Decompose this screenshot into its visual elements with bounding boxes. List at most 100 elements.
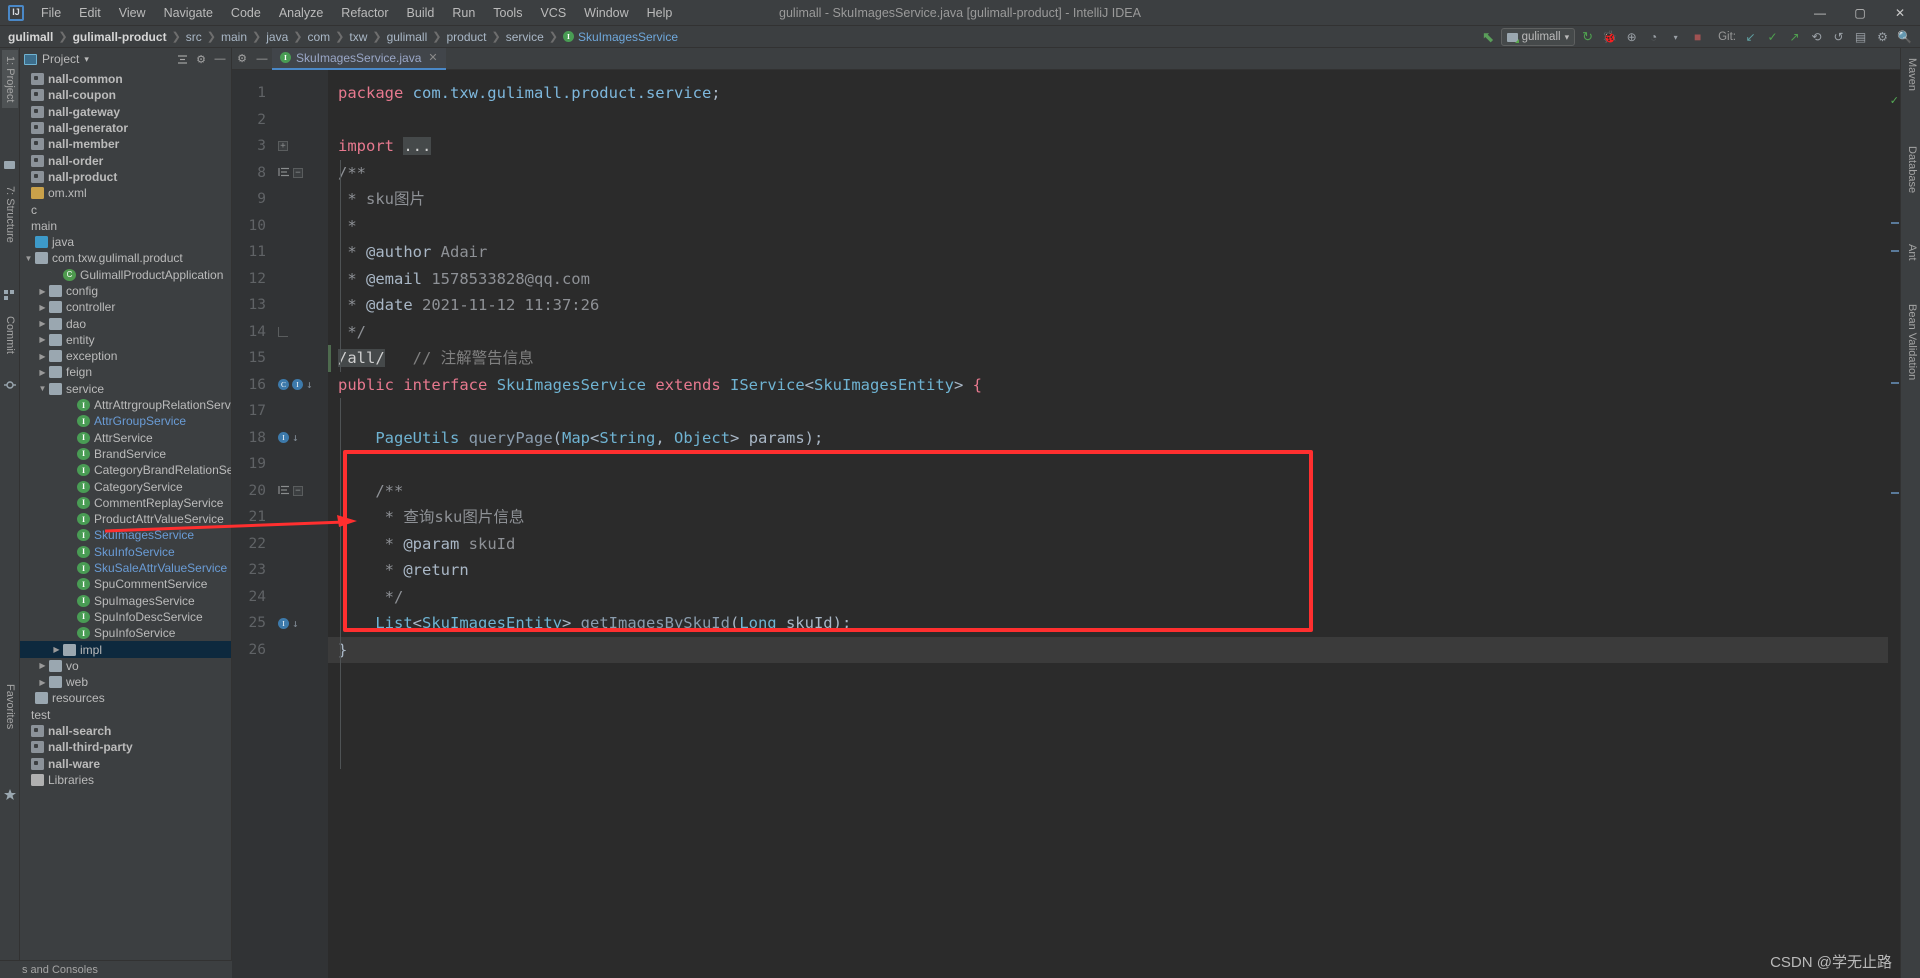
tree-node[interactable]: I CommentReplayService [20,495,231,511]
tree-node[interactable]: I CategoryBrandRelationService [20,462,231,478]
code-line[interactable]: * [328,213,1900,240]
chevron-right-icon[interactable]: ▶ [38,368,47,377]
implemented-by-icon[interactable]: I [278,617,289,629]
sidebar-item-project[interactable]: 1: Project [2,50,18,109]
navigate-down-icon[interactable]: ↓ [306,378,313,391]
layout-icon[interactable]: ▤ [1851,28,1870,47]
maximize-button[interactable]: ▢ [1840,0,1880,26]
code-line[interactable]: } [328,636,1900,663]
tree-node[interactable]: Libraries [20,772,231,788]
code-line[interactable]: */ [328,584,1900,611]
git-update-icon[interactable]: ↙ [1741,28,1760,47]
code-line[interactable]: */ [328,319,1900,346]
menu-view[interactable]: View [110,3,155,23]
menu-code[interactable]: Code [222,3,270,23]
breadcrumb-gulimall[interactable]: gulimall [8,30,53,44]
gutter-line[interactable]: 25 I ↓ [232,610,328,637]
menu-vcs[interactable]: VCS [531,3,575,23]
gutter-line[interactable]: 24 [232,584,328,611]
gutter-line[interactable]: 18 I ↓ [232,425,328,452]
tree-node[interactable]: ▶ feign [20,364,231,380]
gutter-line[interactable]: 8− [232,160,328,187]
chevron-right-icon[interactable]: ▶ [38,352,47,361]
code-fold-end-icon[interactable] [278,326,288,337]
tree-node[interactable]: I AttrService [20,430,231,446]
breadcrumb-product[interactable]: product [446,30,486,44]
gear-icon[interactable]: ⚙ [232,48,252,70]
menu-help[interactable]: Help [638,3,682,23]
chevron-down-icon[interactable]: ▾ [84,54,89,65]
menu-analyze[interactable]: Analyze [270,3,332,23]
gutter-line[interactable]: 20 − [232,478,328,505]
chevron-right-icon[interactable]: ▶ [52,645,61,654]
menu-navigate[interactable]: Navigate [155,3,222,23]
sidebar-item-favorites[interactable]: Favorites [2,678,18,735]
tree-node[interactable]: ▶ exception [20,348,231,364]
tree-node[interactable]: test [20,707,231,723]
tree-node[interactable]: main [20,218,231,234]
tree-node[interactable]: ▶ impl [20,641,231,658]
hide-panel-icon[interactable]: — [213,52,227,66]
menu-tools[interactable]: Tools [484,3,531,23]
tree-node[interactable]: I SpuImagesService [20,593,231,609]
tree-node[interactable]: ▼ com.txw.gulimall.product [20,250,231,266]
code-editor[interactable]: 1 2 3 +8−9 10 11 12 13 14 15 16 C I ↓ 17 18 I ↓ 19 20−21 22 2… [232,70,1900,978]
tab-skuimagesservice-java[interactable]: I SkuImagesService.java ✕ [272,47,446,70]
code-line[interactable]: package com.txw.gulimall.product.service… [328,80,1900,107]
tree-node[interactable]: ▶ dao [20,315,231,331]
tree-node[interactable]: resources [20,690,231,706]
tree-node[interactable]: I BrandService [20,446,231,462]
gutter-line[interactable]: 11 [232,239,328,266]
tree-node[interactable]: nall-coupon [20,87,231,103]
code-line[interactable]: /** [328,478,1900,505]
sidebar-item-bean-validation[interactable]: Bean Validation [1904,298,1920,386]
code-line[interactable] [328,398,1900,425]
profiler-icon[interactable]: ◔ [1644,28,1663,47]
tree-node[interactable]: I SkuInfoService [20,544,231,560]
code-line[interactable]: /all/ // 注解警告信息 [328,345,1900,372]
collapse-all-icon[interactable] [175,52,189,66]
chevron-down-icon[interactable]: ▼ [38,384,47,393]
gutter-line[interactable]: 19 [232,451,328,478]
tree-node[interactable]: ▼ service [20,381,231,397]
menu-file[interactable]: File [32,3,70,23]
git-history-icon[interactable]: ⟲ [1807,28,1826,47]
gear-icon[interactable]: ⚙ [1873,28,1892,47]
breadcrumb-com[interactable]: com [307,30,330,44]
chevron-right-icon[interactable]: ▶ [38,335,47,344]
error-stripe-marker-column[interactable]: ✓ [1888,92,1900,978]
navigate-down-icon[interactable]: ↓ [292,431,299,444]
tree-node[interactable]: I AttrGroupService [20,413,231,429]
git-push-icon[interactable]: ↗ [1785,28,1804,47]
run-configuration-selector[interactable]: gulimall ▾ [1500,28,1576,46]
tree-node[interactable]: ▶ web [20,674,231,690]
tree-node[interactable]: I SpuInfoService [20,625,231,641]
navigate-down-icon[interactable]: ↓ [292,617,299,630]
code-line[interactable]: * @param skuId [328,531,1900,558]
code-line[interactable]: * @author Adair [328,239,1900,266]
stop-button[interactable]: ■ [1688,28,1707,47]
breadcrumb-skuimagesservice[interactable]: I SkuImagesService [562,30,678,44]
chevron-right-icon[interactable]: ▶ [38,661,47,670]
chevron-right-icon[interactable]: ▶ [38,678,47,687]
tree-node[interactable]: nall-product [20,169,231,185]
coverage-icon[interactable]: ⊕ [1622,28,1641,47]
tree-node[interactable]: c [20,201,231,217]
breadcrumb-service[interactable]: service [506,30,544,44]
sidebar-item-ant[interactable]: Ant [1904,238,1920,267]
tree-node[interactable]: nall-search [20,723,231,739]
sidebar-item-maven[interactable]: Maven [1904,52,1920,97]
gutter-line[interactable]: 23 [232,557,328,584]
tree-node[interactable]: om.xml [20,185,231,201]
code-line[interactable]: /** [328,160,1900,187]
gutter-line[interactable]: 22 [232,531,328,558]
breadcrumb-java[interactable]: java [266,30,288,44]
chevron-down-icon[interactable]: ▾ [1666,28,1685,47]
code-line[interactable]: * 查询sku图片信息 [328,504,1900,531]
tree-node[interactable]: nall-common [20,71,231,87]
gutter-line[interactable]: 17 [232,398,328,425]
git-commit-icon[interactable]: ✓ [1763,28,1782,47]
gear-icon[interactable]: ⚙ [194,52,208,66]
run-button[interactable]: ↻ [1578,28,1597,47]
hide-panel-icon[interactable]: — [252,48,272,70]
